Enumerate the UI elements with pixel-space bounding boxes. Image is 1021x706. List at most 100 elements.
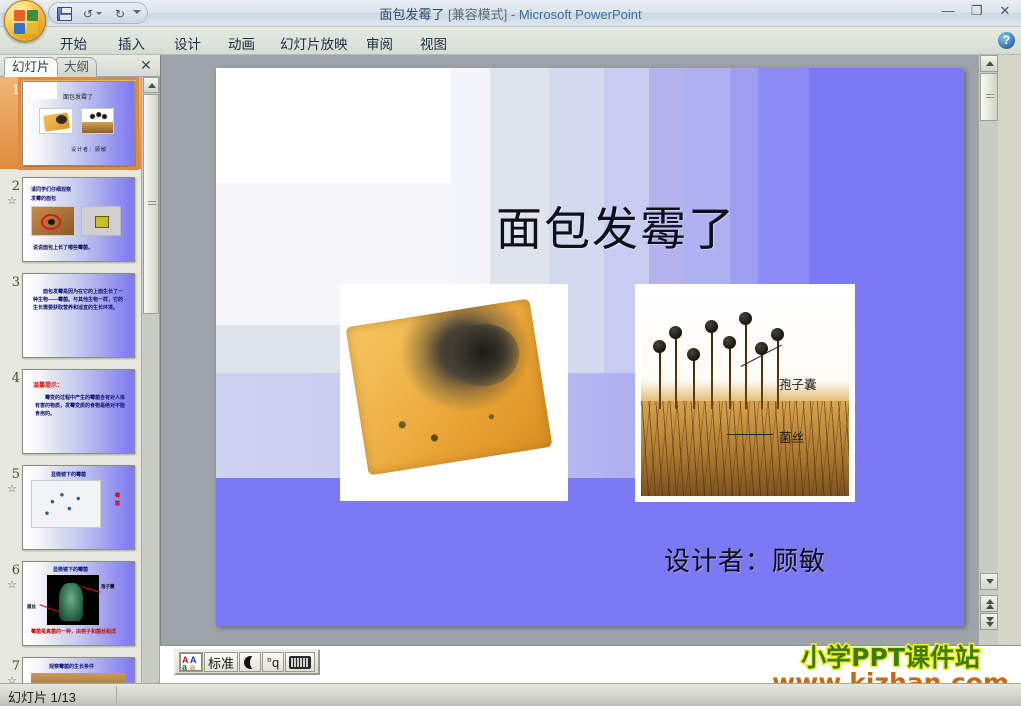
restore-button[interactable]: ❐ <box>965 2 989 20</box>
tab-home[interactable]: 开始 <box>50 31 97 53</box>
ime-mode-button[interactable]: 标准 <box>204 652 239 672</box>
thumbnail-preview-2[interactable]: 请同学们仔细观察 发霉的面包 说说面包上长了哪些霉菌。 <box>22 177 135 262</box>
thumbnail-number-5: 5 <box>11 467 20 482</box>
thumbnail-title-5: 显微镜下的霉菌 <box>51 472 87 478</box>
tab-view[interactable]: 视图 <box>410 31 457 53</box>
tab-design[interactable]: 设计 <box>164 31 211 53</box>
soft-keyboard-icon[interactable] <box>285 652 316 672</box>
tab-insert[interactable]: 插入 <box>108 31 155 53</box>
thumbnail-item-3[interactable]: 3 面包发霉是因为在它的上面生长了一种生物——霉菌。与其他生物一样，它的生长需要… <box>0 273 141 365</box>
chevron-up-icon <box>986 61 994 66</box>
thumbnail-item-6[interactable]: 6 ☆ 显微镜下的霉菌 孢子囊 菌丝 霉菌是真菌的一种，由孢子和菌丝组成 <box>0 561 141 653</box>
tab-review[interactable]: 审阅 <box>356 31 403 53</box>
scrollbar-grip-icon <box>148 201 156 207</box>
quick-access-toolbar: ↺ ↻ <box>48 2 148 24</box>
bread-photo[interactable] <box>340 284 568 501</box>
undo-icon[interactable]: ↺ <box>79 6 97 22</box>
thumbnail-list[interactable]: 1 面包发霉了 设计者：顾敏 2 ☆ 请同学们仔细观察 发霉的面包 说说面包上长… <box>0 77 141 684</box>
punctuation-icon[interactable]: °q <box>262 652 285 672</box>
tab-animations[interactable]: 动画 <box>218 31 265 53</box>
slides-pane-scrollbar[interactable] <box>141 77 159 684</box>
thumbnail-warning-4: 温馨提示： <box>33 383 64 389</box>
current-slide[interactable]: 面包发霉了 孢子囊 菌丝 设计者：顾敏 <box>216 68 964 626</box>
slide-scroll-down-button[interactable] <box>980 573 998 590</box>
thumbnail-item-4[interactable]: 4 温馨提示： 霉变的过程中产生的霉菌含有对人体有害的物质，发霉变质的食物是绝对… <box>0 369 141 461</box>
window-title-doc: 面包发霉了 <box>379 7 445 22</box>
thumbnail-preview-3[interactable]: 面包发霉是因为在它的上面生长了一种生物——霉菌。与其他生物一样，它的生长需要获取… <box>22 273 135 358</box>
chevron-up-icon <box>148 83 156 88</box>
thumbnail-preview-4[interactable]: 温馨提示： 霉变的过程中产生的霉菌含有对人体有害的物质，发霉变质的食物是绝对不能… <box>22 369 135 454</box>
minimize-button[interactable]: — <box>936 2 960 20</box>
scrollbar-grip-icon <box>986 94 994 100</box>
status-bar: 幻灯片 1/13 <box>0 683 1021 706</box>
office-button[interactable] <box>4 0 46 42</box>
thumbnail-preview-6[interactable]: 显微镜下的霉菌 孢子囊 菌丝 霉菌是真菌的一种，由孢子和菌丝组成 <box>22 561 135 646</box>
thumbnail-number-7: 7 <box>11 659 20 674</box>
thumbnail-number-3: 3 <box>11 275 20 290</box>
thumbnail-preview-1[interactable]: 面包发霉了 设计者：顾敏 <box>18 77 139 170</box>
tab-slideshow[interactable]: 幻灯片放映 <box>270 31 358 53</box>
watermark-line-1: 小学PPT课件站 <box>800 643 982 673</box>
thumbnail-title-1: 面包发霉了 <box>63 94 94 101</box>
office-logo-icon <box>14 10 38 34</box>
scroll-up-button[interactable] <box>143 77 159 93</box>
thumbnail-number-6: 6 <box>11 563 20 578</box>
tab-outline[interactable]: 大纲 <box>56 57 98 77</box>
mold-diagram-image: 孢子囊 菌丝 <box>641 290 849 496</box>
mold-diagram-photo[interactable]: 孢子囊 菌丝 <box>635 284 855 502</box>
label-sporangium: 孢子囊 <box>779 377 817 392</box>
save-icon[interactable] <box>57 7 72 21</box>
redo-icon[interactable]: ↻ <box>111 6 129 22</box>
slide-scroll-up-button[interactable] <box>980 55 998 72</box>
thumbnail-item-7[interactable]: 7 ☆ 观察霉菌的生长条件 <box>0 657 141 684</box>
half-shape-icon[interactable] <box>239 652 262 672</box>
thumbnail-body-4: 霉变的过程中产生的霉菌含有对人体有害的物质，发霉变质的食物是绝对不能食用的。 <box>35 395 126 417</box>
help-icon[interactable]: ? <box>998 32 1015 49</box>
thumbnail-body-3: 面包发霉是因为在它的上面生长了一种生物——霉菌。与其他生物一样，它的生长需要获取… <box>33 289 124 311</box>
thumbnail-title-7: 观察霉菌的生长条件 <box>49 664 95 670</box>
thumbnail-label-left-6: 菌丝 <box>27 604 36 609</box>
thumbnail-item-2[interactable]: 2 ☆ 请同学们仔细观察 发霉的面包 说说面包上长了哪些霉菌。 <box>0 177 141 269</box>
ime-toolbar[interactable]: AAaa 标准 °q <box>174 649 321 675</box>
thumbnail-caption-6: 霉菌是真菌的一种，由孢子和菌丝组成 <box>31 629 117 635</box>
thumbnail-animation-icon-6: ☆ <box>7 579 17 591</box>
previous-slide-button[interactable] <box>980 595 998 612</box>
window-title-mode: [兼容模式] <box>447 7 508 22</box>
thumbnail-preview-7[interactable]: 观察霉菌的生长条件 <box>22 657 135 684</box>
hypha-mat <box>641 401 849 496</box>
thumbnail-number-4: 4 <box>11 371 20 386</box>
slides-pane: 幻灯片 大纲 ✕ 1 面包发霉了 设计者：顾敏 2 ☆ 请同学们仔细观察 发霉的… <box>0 55 160 684</box>
slide-counter: 幻灯片 1/13 <box>8 690 76 705</box>
designer-credit[interactable]: 设计者：顾敏 <box>664 541 826 578</box>
thumbnail-number-2: 2 <box>11 179 20 194</box>
close-button[interactable]: ✕ <box>993 2 1017 20</box>
pane-tab-strip: 幻灯片 大纲 ✕ <box>0 55 160 77</box>
label-hypha: 菌丝 <box>779 430 805 445</box>
window-title-separator: - <box>510 7 516 22</box>
thumbnail-item-1[interactable]: 1 面包发霉了 设计者：顾敏 <box>0 77 141 173</box>
next-slide-button[interactable] <box>980 613 998 630</box>
thumbnail-caption-2: 说说面包上长了哪些霉菌。 <box>33 245 94 251</box>
thumbnail-line2-2: 发霉的面包 <box>31 196 57 202</box>
bread-image <box>345 298 553 476</box>
scrollbar-thumb[interactable] <box>143 94 159 314</box>
tab-slides[interactable]: 幻灯片 <box>4 57 58 77</box>
ime-logo-icon[interactable]: AAaa <box>179 652 203 672</box>
ribbon-tab-bar: 开始 插入 设计 动画 幻灯片放映 审阅 视图 ? <box>0 27 1021 55</box>
slide-title[interactable]: 面包发霉了 <box>496 193 926 259</box>
undo-dropdown-icon[interactable] <box>96 12 102 15</box>
window-title: 面包发霉了 [兼容模式] - Microsoft PowerPoint <box>0 4 1021 23</box>
thumbnail-animation-icon-5: ☆ <box>7 483 17 495</box>
title-bar: 面包发霉了 [兼容模式] - Microsoft PowerPoint — ❐ … <box>0 0 1021 27</box>
chevron-down-icon <box>986 579 994 584</box>
close-pane-icon[interactable]: ✕ <box>138 58 154 74</box>
thumbnail-label-right-6: 孢子囊 <box>101 584 115 589</box>
thumbnail-item-5[interactable]: 5 ☆ 显微镜下的霉菌 霉菌 <box>0 465 141 557</box>
slide-scrollbar[interactable] <box>978 55 998 645</box>
thumbnail-note-1: 设计者：顾敏 <box>71 147 108 153</box>
thumbnail-line1-2: 请同学们仔细观察 <box>31 187 72 193</box>
slide-scrollbar-thumb[interactable] <box>980 73 998 121</box>
customize-qat-icon[interactable] <box>133 10 141 14</box>
thumbnail-preview-5[interactable]: 显微镜下的霉菌 霉菌 <box>22 465 135 550</box>
slide-editing-stage: 面包发霉了 孢子囊 菌丝 设计者：顾敏 <box>160 55 998 645</box>
